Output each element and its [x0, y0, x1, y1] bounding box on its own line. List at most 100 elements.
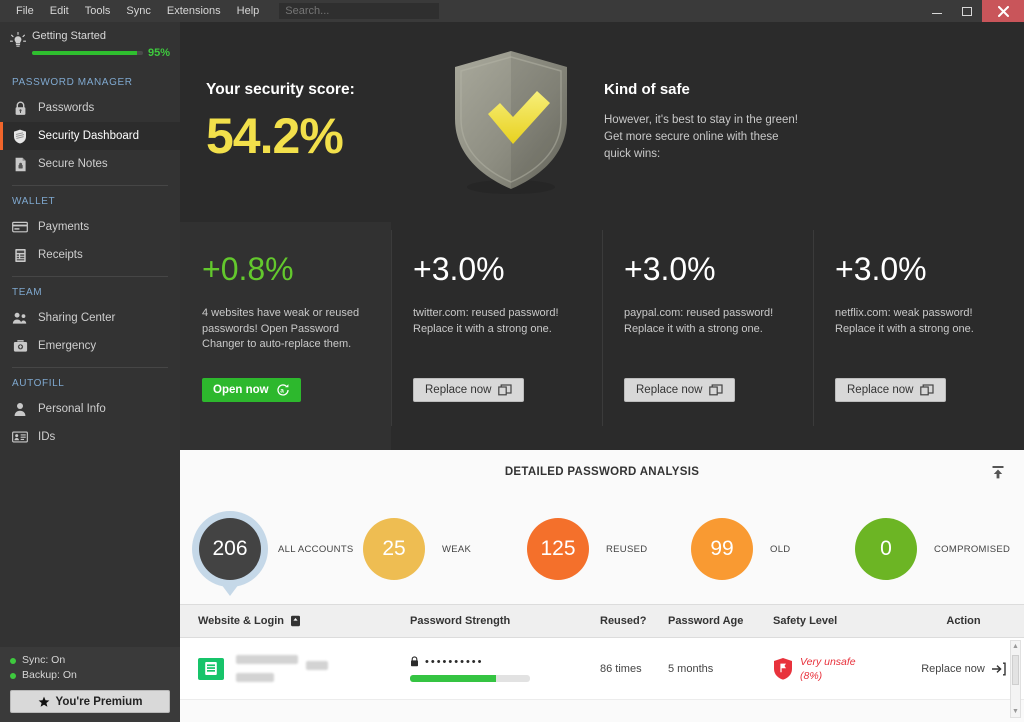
external-window-icon [709, 384, 724, 396]
minimize-button[interactable] [922, 0, 952, 22]
verdict-line-1: However, it's best to stay in the green! [604, 114, 798, 126]
table-row[interactable]: •••••••••• 86 times 5 months Very unsafe… [180, 638, 1024, 700]
scroll-up-arrow[interactable]: ▲ [1012, 641, 1019, 652]
verdict-line-2: Get more secure online with these [604, 131, 779, 143]
replace-now-label: Replace now [425, 384, 492, 396]
shield-warning-icon [774, 658, 792, 680]
close-button[interactable] [982, 0, 1024, 22]
sidebar-item-label: Secure Notes [38, 158, 108, 170]
maximize-icon [962, 6, 972, 16]
stat-weak[interactable]: 25 WEAK [356, 511, 520, 587]
sidebar-group-password-manager: PASSWORD MANAGER [12, 77, 133, 88]
stat-old[interactable]: 99 OLD [684, 511, 848, 587]
sidebar-item-passwords[interactable]: Passwords [0, 94, 180, 122]
open-now-button[interactable]: Open now a [202, 378, 301, 402]
getting-started-label: Getting Started [32, 30, 106, 42]
password-dots: •••••••••• [425, 655, 484, 668]
column-header-website-login[interactable]: Website & Login [180, 615, 410, 627]
sidebar-item-ids[interactable]: IDs [0, 423, 180, 451]
lock-icon [12, 100, 28, 116]
column-header-password-strength[interactable]: Password Strength [410, 615, 600, 627]
verdict-line-3: quick wins: [604, 148, 661, 160]
maximize-button[interactable] [952, 0, 982, 22]
sidebar-group-team: TEAM [12, 287, 43, 298]
menu-item-file[interactable]: File [8, 1, 42, 21]
stat-bubble: 125 [527, 518, 589, 580]
stat-label: ALL ACCOUNTS [278, 543, 354, 555]
menu-item-help[interactable]: Help [229, 1, 268, 21]
scroll-down-arrow[interactable]: ▼ [1012, 706, 1019, 717]
premium-button[interactable]: You're Premium [10, 690, 170, 713]
score-value: 54.2% [206, 108, 344, 164]
sidebar-item-label: Security Dashboard [38, 130, 139, 142]
password-stats-row: 206 ALL ACCOUNTS 25 WEAK 125 REUSED 99 O… [180, 494, 1024, 604]
menu-item-extensions[interactable]: Extensions [159, 1, 229, 21]
column-header-password-age[interactable]: Password Age [668, 615, 773, 627]
verdict-block: Kind of safe However, it's best to stay … [576, 81, 998, 163]
getting-started-item[interactable]: Getting Started 95% [0, 22, 180, 67]
sidebar-item-receipts[interactable]: Receipts [0, 241, 180, 269]
replace-now-button[interactable]: Replace now [624, 378, 736, 402]
safety-value: (8%) [800, 669, 823, 682]
replace-now-button[interactable]: Replace now [413, 378, 525, 402]
shield-icon [12, 128, 28, 144]
score-block: Your security score: 54.2% [206, 77, 446, 167]
cell-action[interactable]: Replace now [903, 662, 1024, 676]
panel-title: DETAILED PASSWORD ANALYSIS [504, 466, 700, 478]
menu-item-sync[interactable]: Sync [118, 1, 158, 21]
quick-win-card-twitter[interactable]: +3.0% twitter.com: reused password! Repl… [391, 222, 602, 450]
stat-bubble: 99 [691, 518, 753, 580]
sidebar-item-security-dashboard[interactable]: Security Dashboard [0, 122, 180, 150]
strength-bar [410, 674, 530, 682]
pin-tail [221, 584, 239, 596]
stat-label: OLD [770, 543, 791, 555]
main-content: Your security score: 54.2% Kind of safe … [180, 22, 1024, 722]
sidebar-item-personal-info[interactable]: Personal Info [0, 395, 180, 423]
backup-status: Backup: On [10, 668, 170, 683]
strength-bar-fill [410, 674, 497, 682]
stat-reused[interactable]: 125 REUSED [520, 511, 684, 587]
getting-started-percent: 95% [147, 47, 170, 59]
sidebar-item-emergency[interactable]: Emergency [0, 332, 180, 360]
safety-label: Very unsafe [800, 655, 856, 668]
verdict-description: However, it's best to stay in the green!… [604, 112, 998, 163]
quick-win-card-netflix[interactable]: +3.0% netflix.com: weak password! Replac… [813, 222, 1024, 450]
search-input[interactable] [279, 3, 440, 19]
column-header-reused[interactable]: Reused? [600, 615, 668, 627]
detailed-password-analysis-panel: DETAILED PASSWORD ANALYSIS 206 ALL ACCOU [180, 450, 1024, 722]
table-scrollbar[interactable]: ▲ ▼ [1010, 640, 1021, 718]
security-score-hero: Your security score: 54.2% Kind of safe … [180, 22, 1024, 222]
app-body: Getting Started 95% PASSWORD MANAGER Pas… [0, 22, 1024, 722]
titlebar: File Edit Tools Sync Extensions Help [0, 0, 1024, 22]
score-label: Your security score: [206, 81, 355, 98]
sidebar-item-payments[interactable]: Payments [0, 213, 180, 241]
sidebar: Getting Started 95% PASSWORD MANAGER Pas… [0, 22, 180, 722]
cell-safety-level: Very unsafe (8%) [773, 655, 903, 683]
status-dot-icon [10, 672, 16, 679]
sidebar-footer: Sync: On Backup: On You're Premium [0, 647, 180, 722]
scroll-thumb[interactable] [1012, 655, 1019, 685]
green-site-icon [198, 657, 224, 680]
quick-win-card-paypal[interactable]: +3.0% paypal.com: reused password! Repla… [602, 222, 813, 450]
sidebar-group-autofill: AUTOFILL [12, 378, 65, 389]
close-icon [997, 5, 1009, 17]
id-card-icon [12, 429, 28, 445]
column-header-safety-level[interactable]: Safety Level [773, 615, 903, 627]
sidebar-item-sharing-center[interactable]: Sharing Center [0, 304, 180, 332]
sidebar-item-secure-notes[interactable]: Secure Notes [0, 150, 180, 178]
column-header-action: Action [946, 615, 981, 627]
menu-item-edit[interactable]: Edit [42, 1, 77, 21]
stat-all-accounts[interactable]: 206 ALL ACCOUNTS [192, 511, 356, 596]
collapse-panel-button[interactable] [988, 462, 1008, 482]
quick-win-card-password-changer[interactable]: +0.8% 4 websites have weak or reused pas… [180, 222, 391, 450]
stat-compromised[interactable]: 0 COMPROMISED [848, 511, 1012, 587]
receipt-icon [12, 247, 28, 263]
menu-item-tools[interactable]: Tools [77, 1, 119, 21]
masked-password: •••••••••• [410, 656, 600, 668]
sidebar-group-wallet: WALLET [12, 196, 56, 207]
status-dot-icon [10, 657, 16, 664]
getting-started-progress-bar [32, 51, 143, 55]
gain-description: paypal.com: reused password! Replace it … [624, 307, 774, 335]
sidebar-item-label: Payments [38, 221, 90, 233]
replace-now-button[interactable]: Replace now [835, 378, 947, 402]
